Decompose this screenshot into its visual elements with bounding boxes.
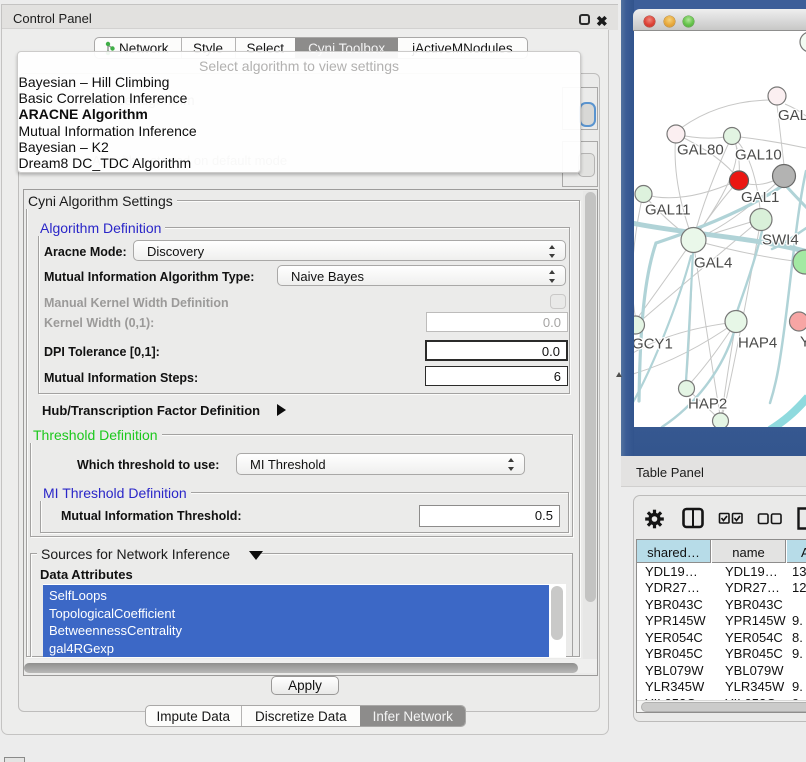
svg-text:GAL80: GAL80 — [677, 142, 724, 159]
svg-text:Y: Y — [800, 334, 806, 351]
svg-text:HAP4: HAP4 — [738, 335, 777, 352]
svg-text:GAL11: GAL11 — [645, 202, 691, 219]
svg-text:GCY1: GCY1 — [634, 336, 673, 353]
svg-text:HAP2: HAP2 — [688, 396, 727, 413]
svg-text:GAL1: GAL1 — [741, 189, 779, 206]
svg-text:GAL10: GAL10 — [735, 147, 782, 164]
svg-text:SWI4: SWI4 — [762, 232, 799, 249]
svg-text:GAL4: GAL4 — [694, 255, 732, 272]
svg-text:GAL: GAL — [778, 107, 806, 124]
